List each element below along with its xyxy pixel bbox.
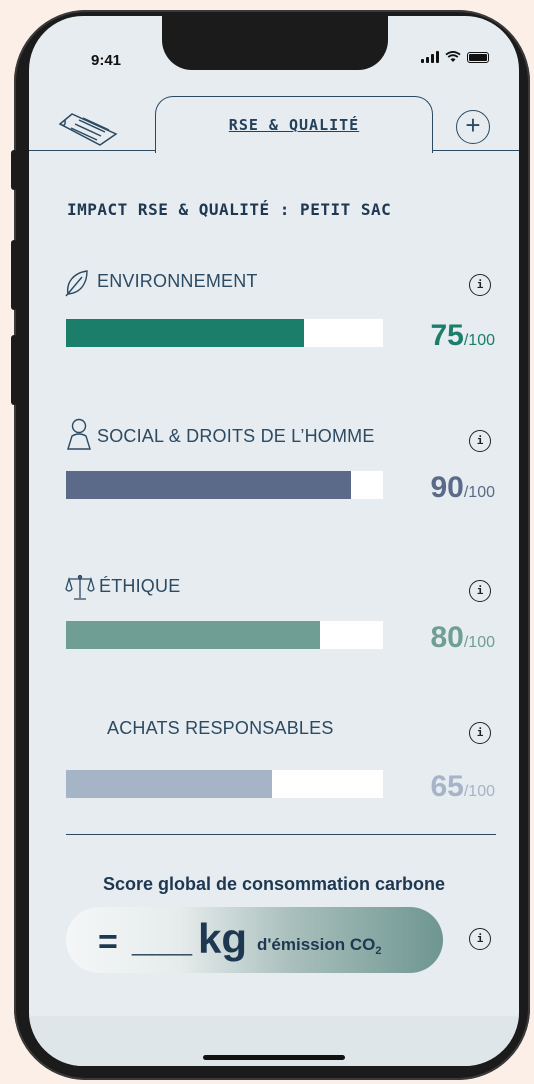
status-time: 9:41 [91,52,122,69]
person-icon [67,418,91,450]
score-ethique: 80/100 [430,621,495,655]
score-value: 80 [430,621,464,654]
category-label-ethique: ÉTHIQUE [99,576,181,596]
add-button[interactable]: + [456,110,490,144]
progress-fill-social [66,471,352,499]
info-button-environnement[interactable]: i [469,274,491,296]
score-max: /100 [463,634,495,651]
page-title: IMPACT RSE & QUALITÉ : PETIT SAC [67,200,392,219]
info-button-achats[interactable]: i [469,722,491,744]
carbon-equals: = [98,923,118,961]
battery-icon [467,51,489,63]
carbon-emission-text: d'émission CO2 [257,935,381,957]
score-environnement: 75/100 [430,319,495,353]
signal-icon [421,51,439,63]
score-max: /100 [463,332,495,349]
carbon-subscript: 2 [375,945,382,957]
category-label-environnement: ENVIRONNEMENT [97,271,258,291]
side-button-silent [11,150,17,190]
score-max: /100 [463,783,495,800]
carbon-score-title: Score global de consommation carbone [102,874,446,894]
score-achats: 65/100 [430,770,495,804]
side-button-volume-down [11,335,17,405]
tab-divider-right [430,150,519,151]
tab-rse-qualite[interactable]: RSE & QUALITÉ [155,96,433,153]
progress-fill-environnement [66,319,304,347]
carbon-value-blank: ___ [132,918,193,959]
carbon-score-pill: = ___ kg d'émission CO2 [66,907,443,973]
leaf-icon [65,270,88,297]
category-label-social: SOCIAL & DROITS DE L’HOMME [97,426,375,446]
score-social: 90/100 [430,471,495,505]
notch [162,16,388,70]
progress-bar-social [66,471,383,499]
progress-fill-achats [66,770,273,798]
document-tab-icon[interactable] [57,112,119,146]
tab-divider-left [29,150,157,151]
divider [66,834,496,835]
category-label-achats: ACHATS RESPONSABLES [107,718,334,738]
progress-bar-achats [66,770,383,798]
info-button-ethique[interactable]: i [469,580,491,602]
progress-fill-ethique [66,621,320,649]
wifi-icon [445,51,461,62]
screen: 9:41 RSE & QUALITÉ + IMPACT RSE & QUALIT… [29,16,519,1066]
score-value: 65 [430,770,464,803]
carbon-unit: kg [198,915,248,962]
home-indicator[interactable] [203,1055,345,1060]
score-max: /100 [463,484,495,501]
score-value: 75 [430,319,464,352]
status-icons [421,51,489,63]
info-button-social[interactable]: i [469,430,491,452]
score-value: 90 [430,471,464,504]
scales-icon [65,574,95,600]
carbon-emission-label: d'émission CO [257,935,376,954]
info-button-carbon[interactable]: i [469,928,491,950]
tab-bar: RSE & QUALITÉ + [29,86,519,153]
side-button-volume-up [11,240,17,310]
progress-bar-environnement [66,319,383,347]
progress-bar-ethique [66,621,383,649]
tab-rse-qualite-label: RSE & QUALITÉ [228,116,360,134]
